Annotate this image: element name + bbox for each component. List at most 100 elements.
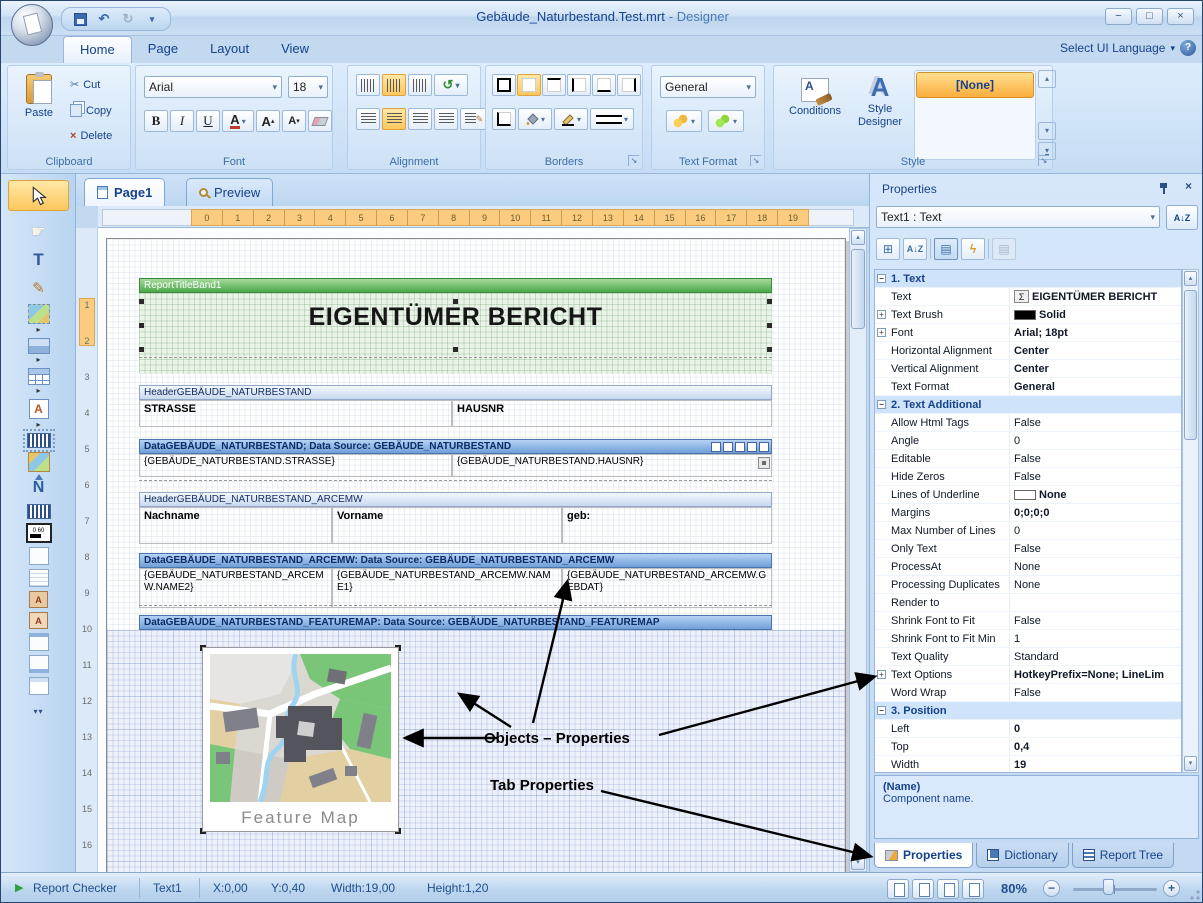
property-value[interactable]: Σ EIGENTÜMER BERICHT: [1009, 288, 1181, 305]
property-value[interactable]: 19: [1009, 756, 1181, 773]
note-component-icon[interactable]: [29, 569, 49, 587]
sort-az-button[interactable]: A↓Z: [1166, 205, 1198, 230]
header-cell[interactable]: Vorname: [332, 507, 562, 544]
expand-icon[interactable]: +: [877, 310, 886, 319]
panel-component-icon[interactable]: [29, 633, 49, 651]
property-value[interactable]: Solid: [1009, 306, 1181, 323]
toolbox-overflow-icon[interactable]: ▾▾: [27, 699, 51, 723]
expand-icon[interactable]: −: [877, 274, 886, 283]
property-row[interactable]: − 3. Position: [875, 702, 1181, 720]
view-100-button[interactable]: [962, 879, 984, 899]
alphabetical-view-icon[interactable]: A↓Z: [903, 238, 927, 260]
resize-grip[interactable]: [1190, 890, 1200, 900]
field-cell[interactable]: {GEBÄUDE_NATURBESTAND_ARCEMW.NAME1}: [332, 568, 562, 608]
field-cell[interactable]: {GEBÄUDE_NATURBESTAND.STRASSE}: [139, 454, 452, 477]
data-band2[interactable]: DataGEBÄUDE_NATURBESTAND_ARCEMW: Data So…: [139, 553, 772, 568]
control-component-icon[interactable]: [29, 677, 49, 695]
clear-format-button[interactable]: [308, 110, 332, 132]
page-component-icon[interactable]: [29, 547, 49, 565]
flyout-arrow-icon[interactable]: ▸: [27, 419, 51, 429]
style-scroll-up-icon[interactable]: ▴: [1038, 70, 1056, 88]
view-whole-page-button[interactable]: [937, 879, 959, 899]
header-band2[interactable]: HeaderGEBÄUDE_NATURBESTAND_ARCEMW: [139, 492, 772, 507]
property-row[interactable]: + Font Arial; 18pt: [875, 324, 1181, 342]
zoom-slider-track[interactable]: [1073, 888, 1157, 891]
underline-button[interactable]: U: [196, 110, 220, 132]
tab-properties[interactable]: Properties: [874, 843, 973, 868]
zoom-slider-thumb[interactable]: [1103, 879, 1114, 895]
border-none-button[interactable]: [517, 74, 541, 96]
align-center-button[interactable]: [382, 108, 406, 130]
categorized-view-icon[interactable]: ⊞: [876, 238, 900, 260]
expand-icon[interactable]: +: [877, 670, 886, 679]
text-tool-icon[interactable]: T: [27, 248, 51, 272]
font-size-select[interactable]: 18▾: [288, 76, 328, 98]
contact2-component-icon[interactable]: A: [29, 612, 48, 629]
property-value[interactable]: Center: [1009, 360, 1181, 377]
property-row[interactable]: Shrink Font to Fit False: [875, 612, 1181, 630]
border-left-button[interactable]: [567, 74, 591, 96]
property-row[interactable]: Shrink Font to Fit Min 1: [875, 630, 1181, 648]
zoom-out-button[interactable]: −: [1043, 880, 1060, 897]
property-row[interactable]: Word Wrap False: [875, 684, 1181, 702]
property-value[interactable]: 0;0;0;0: [1009, 504, 1181, 521]
field-cell[interactable]: {GEBÄUDE_NATURBESTAND_ARCEMW.NAME2}: [139, 568, 332, 608]
property-value[interactable]: False: [1009, 450, 1181, 467]
text-format-dialog-launcher-icon[interactable]: ↘: [750, 155, 761, 166]
property-row[interactable]: Top 0,4: [875, 738, 1181, 756]
property-value[interactable]: Standard: [1009, 648, 1181, 665]
text-rotation-button[interactable]: ↺ ▾: [434, 74, 468, 96]
property-row[interactable]: Horizontal Alignment Center: [875, 342, 1181, 360]
panel2-component-icon[interactable]: [29, 655, 49, 673]
property-value[interactable]: 0: [1009, 522, 1181, 539]
component-tool-icon[interactable]: A: [29, 399, 49, 419]
italic-button[interactable]: I: [170, 110, 194, 132]
border-right-button[interactable]: [617, 74, 641, 96]
property-row[interactable]: Allow Html Tags False: [875, 414, 1181, 432]
report-title-text[interactable]: EIGENTÜMER BERICHT: [139, 303, 772, 332]
property-row[interactable]: Angle 0: [875, 432, 1181, 450]
property-value[interactable]: General: [1009, 378, 1181, 395]
border-style-button[interactable]: ▾: [590, 108, 634, 130]
field-cell[interactable]: {GEBÄUDE_NATURBESTAND_ARCEMW.GEBDAT}: [562, 568, 772, 608]
property-value[interactable]: [1009, 270, 1181, 287]
currency-format-button[interactable]: ▾: [666, 110, 702, 132]
ribbon-tab[interactable]: Page: [132, 36, 194, 63]
contact-component-icon[interactable]: A: [29, 591, 48, 608]
pin-icon[interactable]: [1158, 182, 1170, 194]
property-value[interactable]: [1009, 702, 1181, 719]
property-row[interactable]: + Text Options HotkeyPrefix=None; LineLi…: [875, 666, 1181, 684]
hand-tool-icon[interactable]: ☛: [27, 220, 51, 244]
ribbon-tab[interactable]: Layout: [194, 36, 265, 63]
header-cell[interactable]: STRASSE: [139, 400, 452, 427]
property-row[interactable]: Left 0: [875, 720, 1181, 738]
paste-button[interactable]: Paste: [16, 74, 62, 119]
property-row[interactable]: Text Σ EIGENTÜMER BERICHT: [875, 288, 1181, 306]
image-tool-icon[interactable]: [28, 304, 50, 324]
table-tool-icon[interactable]: [28, 368, 50, 385]
property-value[interactable]: False: [1009, 414, 1181, 431]
copy-button[interactable]: Copy: [70, 104, 112, 117]
expand-icon[interactable]: −: [877, 400, 886, 409]
property-value[interactable]: [1009, 594, 1181, 611]
panel-close-icon[interactable]: ×: [1185, 179, 1192, 193]
font-color-button[interactable]: A ▾: [222, 110, 254, 132]
number-format-button[interactable]: ▾: [708, 110, 744, 132]
property-row[interactable]: + Text Brush Solid: [875, 306, 1181, 324]
minimize-button[interactable]: −: [1105, 8, 1132, 25]
property-row[interactable]: − 1. Text: [875, 270, 1181, 288]
cut-button[interactable]: ✂ Cut: [70, 78, 100, 91]
ribbon-tab[interactable]: Home: [63, 36, 132, 63]
flyout-arrow-icon[interactable]: ▸: [27, 324, 51, 334]
pointer-tool-button[interactable]: [8, 180, 69, 211]
property-value[interactable]: None: [1009, 558, 1181, 575]
scrollbar-thumb[interactable]: [851, 249, 865, 329]
band-join-icon[interactable]: [758, 457, 770, 469]
tab-dictionary[interactable]: Dictionary: [976, 843, 1068, 868]
barcode-tool-icon[interactable]: [27, 433, 51, 448]
property-row[interactable]: ProcessAt None: [875, 558, 1181, 576]
property-value[interactable]: False: [1009, 612, 1181, 629]
align-top-button[interactable]: [356, 74, 380, 96]
property-value[interactable]: 0,4: [1009, 738, 1181, 755]
property-value[interactable]: False: [1009, 684, 1181, 701]
